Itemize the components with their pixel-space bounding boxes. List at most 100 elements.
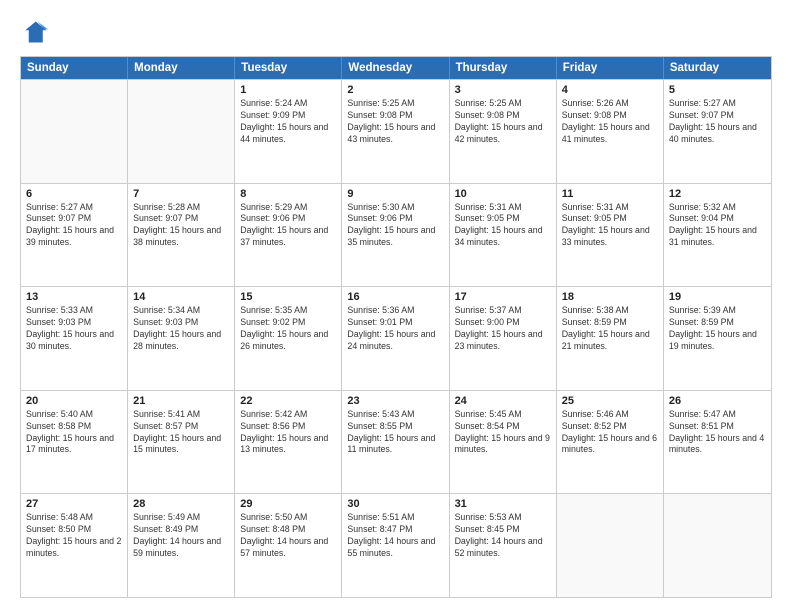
day-cell-4: 4Sunrise: 5:26 AMSunset: 9:08 PMDaylight… bbox=[557, 80, 664, 183]
sunrise-text: Sunrise: 5:53 AM bbox=[455, 512, 551, 524]
daylight-text: Daylight: 15 hours and 26 minutes. bbox=[240, 329, 336, 353]
day-cell-6: 6Sunrise: 5:27 AMSunset: 9:07 PMDaylight… bbox=[21, 184, 128, 287]
sunrise-text: Sunrise: 5:27 AM bbox=[26, 202, 122, 214]
empty-cell bbox=[21, 80, 128, 183]
day-cell-30: 30Sunrise: 5:51 AMSunset: 8:47 PMDayligh… bbox=[342, 494, 449, 597]
sunset-text: Sunset: 8:50 PM bbox=[26, 524, 122, 536]
sunset-text: Sunset: 8:57 PM bbox=[133, 421, 229, 433]
day-cell-25: 25Sunrise: 5:46 AMSunset: 8:52 PMDayligh… bbox=[557, 391, 664, 494]
day-cell-22: 22Sunrise: 5:42 AMSunset: 8:56 PMDayligh… bbox=[235, 391, 342, 494]
day-cell-15: 15Sunrise: 5:35 AMSunset: 9:02 PMDayligh… bbox=[235, 287, 342, 390]
day-cell-13: 13Sunrise: 5:33 AMSunset: 9:03 PMDayligh… bbox=[21, 287, 128, 390]
sunset-text: Sunset: 9:06 PM bbox=[240, 213, 336, 225]
empty-cell bbox=[557, 494, 664, 597]
sunset-text: Sunset: 9:08 PM bbox=[562, 110, 658, 122]
day-cell-12: 12Sunrise: 5:32 AMSunset: 9:04 PMDayligh… bbox=[664, 184, 771, 287]
sunrise-text: Sunrise: 5:50 AM bbox=[240, 512, 336, 524]
day-number: 13 bbox=[26, 291, 122, 303]
day-number: 2 bbox=[347, 84, 443, 96]
day-cell-3: 3Sunrise: 5:25 AMSunset: 9:08 PMDaylight… bbox=[450, 80, 557, 183]
day-number: 22 bbox=[240, 395, 336, 407]
day-number: 25 bbox=[562, 395, 658, 407]
day-cell-20: 20 Sunrise: 5:40 AMSunset: 8:58 PMDayligh… bbox=[21, 391, 128, 494]
week-row-4: 27Sunrise: 5:48 AMSunset: 8:50 PMDayligh… bbox=[21, 493, 771, 597]
sunrise-text: Sunrise: 5:29 AM bbox=[240, 202, 336, 214]
sunrise-text: Sunrise: 5:24 AM bbox=[240, 98, 336, 110]
sunset-text: Sunset: 8:51 PM bbox=[669, 421, 766, 433]
header-day-tuesday: Tuesday bbox=[235, 57, 342, 79]
daylight-text: Daylight: 15 hours and 31 minutes. bbox=[669, 225, 766, 249]
sunrise-text: Sunrise: 5:37 AM bbox=[455, 305, 551, 317]
sunset-text: Sunset: 8:45 PM bbox=[455, 524, 551, 536]
day-number: 14 bbox=[133, 291, 229, 303]
daylight-text: Daylight: 15 hours and 30 minutes. bbox=[26, 329, 122, 353]
daylight-text: Daylight: 15 hours and 4 minutes. bbox=[669, 433, 766, 457]
day-number: 18 bbox=[562, 291, 658, 303]
sunrise-text: Sunrise: 5:35 AM bbox=[240, 305, 336, 317]
day-cell-29: 29 Sunrise: 5:50 AMSunset: 8:48 PMDayligh… bbox=[235, 494, 342, 597]
sunset-text: Sunset: 8:48 PM bbox=[240, 524, 336, 536]
day-cell-31: 31 Sunrise: 5:53 AMSunset: 8:45 PMDayligh… bbox=[450, 494, 557, 597]
day-number: 27 bbox=[26, 498, 122, 510]
sunrise-text: Sunrise: 5:32 AM bbox=[669, 202, 766, 214]
day-number: 26 bbox=[669, 395, 766, 407]
day-number: 31 bbox=[455, 498, 551, 510]
day-number: 24 bbox=[455, 395, 551, 407]
day-number: 12 bbox=[669, 188, 766, 200]
calendar-body: 1Sunrise: 5:24 AMSunset: 9:09 PMDaylight… bbox=[21, 79, 771, 597]
sunrise-text: Sunrise: 5:31 AM bbox=[562, 202, 658, 214]
header-day-saturday: Saturday bbox=[664, 57, 771, 79]
sunrise-text: Sunrise: 5:25 AM bbox=[347, 98, 443, 110]
sunset-text: Sunset: 8:49 PM bbox=[133, 524, 229, 536]
daylight-text: Daylight: 15 hours and 24 minutes. bbox=[347, 329, 443, 353]
daylight-text: Daylight: 14 hours and 57 minutes. bbox=[240, 536, 336, 560]
header-day-friday: Friday bbox=[557, 57, 664, 79]
week-row-0: 1 Sunrise: 5:24 AMSunset: 9:09 PMDaylight… bbox=[21, 79, 771, 183]
sunrise-text: Sunrise: 5:46 AM bbox=[562, 409, 658, 421]
sunrise-text: Sunrise: 5:38 AM bbox=[562, 305, 658, 317]
day-number: 20 bbox=[26, 395, 122, 407]
sunset-text: Sunset: 8:54 PM bbox=[455, 421, 551, 433]
daylight-text: Daylight: 14 hours and 52 minutes. bbox=[455, 536, 551, 560]
daylight-text: Daylight: 15 hours and 13 minutes. bbox=[240, 433, 336, 457]
empty-cell bbox=[128, 80, 235, 183]
day-cell-28: 28Sunrise: 5:49 AMSunset: 8:49 PMDayligh… bbox=[128, 494, 235, 597]
daylight-text: Daylight: 15 hours and 38 minutes. bbox=[133, 225, 229, 249]
sunset-text: Sunset: 9:09 PM bbox=[240, 110, 336, 122]
daylight-text: Daylight: 15 hours and 39 minutes. bbox=[26, 225, 122, 249]
day-cell-1: 1 Sunrise: 5:24 AMSunset: 9:09 PMDaylight… bbox=[235, 80, 342, 183]
day-cell-23: 23Sunrise: 5:43 AMSunset: 8:55 PMDayligh… bbox=[342, 391, 449, 494]
sunset-text: Sunset: 9:07 PM bbox=[669, 110, 766, 122]
sunset-text: Sunset: 9:08 PM bbox=[455, 110, 551, 122]
day-number: 4 bbox=[562, 84, 658, 96]
sunset-text: Sunset: 8:59 PM bbox=[562, 317, 658, 329]
daylight-text: Daylight: 15 hours and 19 minutes. bbox=[669, 329, 766, 353]
day-number: 8 bbox=[240, 188, 336, 200]
sunset-text: Sunset: 8:56 PM bbox=[240, 421, 336, 433]
sunrise-text: Sunrise: 5:40 AM bbox=[26, 409, 122, 421]
sunset-text: Sunset: 9:07 PM bbox=[133, 213, 229, 225]
daylight-text: Daylight: 15 hours and 17 minutes. bbox=[26, 433, 122, 457]
day-cell-7: 7Sunrise: 5:28 AMSunset: 9:07 PMDaylight… bbox=[128, 184, 235, 287]
sunrise-text: Sunrise: 5:51 AM bbox=[347, 512, 443, 524]
sunset-text: Sunset: 8:58 PM bbox=[26, 421, 122, 433]
daylight-text: Daylight: 15 hours and 9 minutes. bbox=[455, 433, 551, 457]
sunrise-text: Sunrise: 5:39 AM bbox=[669, 305, 766, 317]
day-number: 1 bbox=[240, 84, 336, 96]
sunrise-text: Sunrise: 5:49 AM bbox=[133, 512, 229, 524]
sunrise-text: Sunrise: 5:27 AM bbox=[669, 98, 766, 110]
sunrise-text: Sunrise: 5:43 AM bbox=[347, 409, 443, 421]
sunset-text: Sunset: 9:08 PM bbox=[347, 110, 443, 122]
sunset-text: Sunset: 9:05 PM bbox=[562, 213, 658, 225]
day-number: 11 bbox=[562, 188, 658, 200]
sunset-text: Sunset: 9:05 PM bbox=[455, 213, 551, 225]
day-number: 29 bbox=[240, 498, 336, 510]
daylight-text: Daylight: 14 hours and 59 minutes. bbox=[133, 536, 229, 560]
sunset-text: Sunset: 8:52 PM bbox=[562, 421, 658, 433]
daylight-text: Daylight: 15 hours and 44 minutes. bbox=[240, 122, 336, 146]
header-day-monday: Monday bbox=[128, 57, 235, 79]
header-day-thursday: Thursday bbox=[450, 57, 557, 79]
week-row-1: 6Sunrise: 5:27 AMSunset: 9:07 PMDaylight… bbox=[21, 183, 771, 287]
day-cell-17: 17Sunrise: 5:37 AMSunset: 9:00 PMDayligh… bbox=[450, 287, 557, 390]
logo bbox=[20, 18, 52, 46]
